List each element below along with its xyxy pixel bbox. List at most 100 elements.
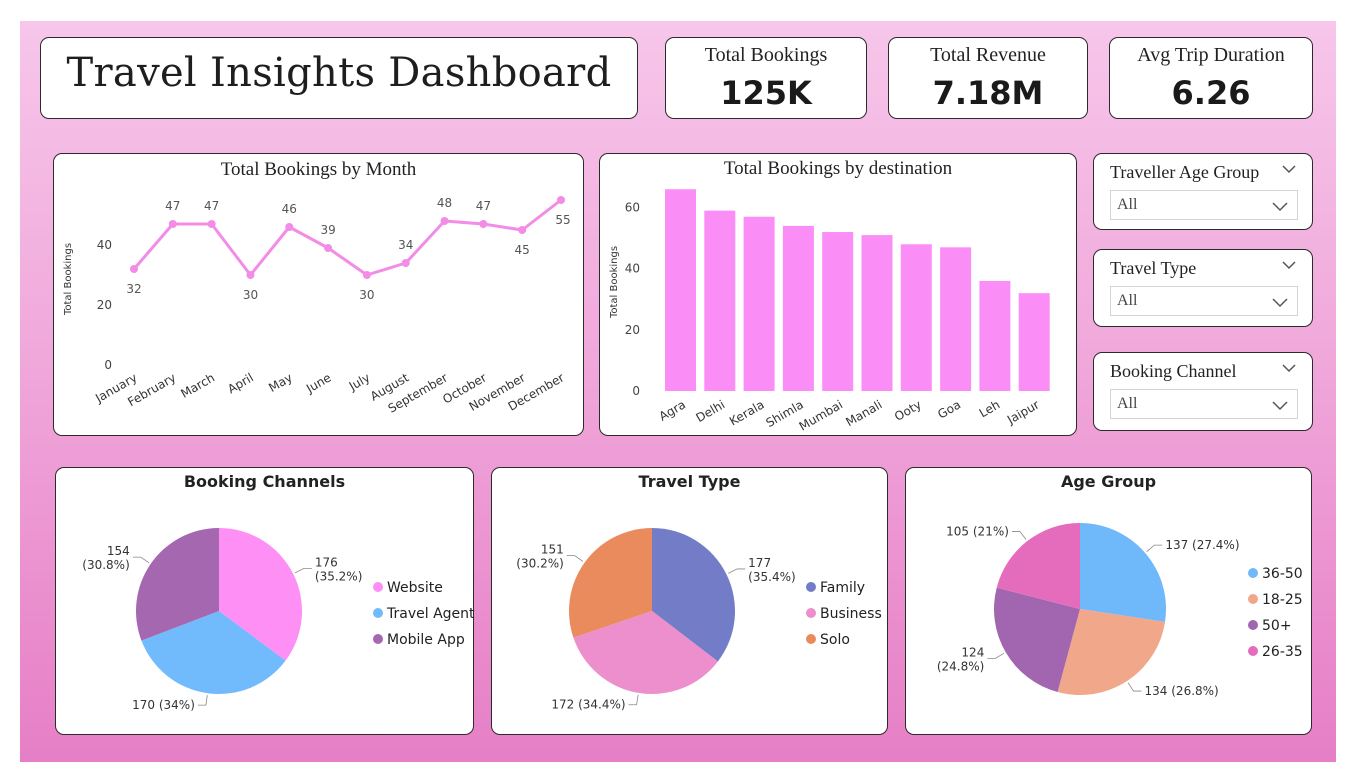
bar-x-tick-label: Delhi (694, 397, 728, 425)
legend-label: Website (387, 580, 443, 596)
pie-data-label-pct: (35.4%) (748, 570, 795, 584)
pie-chart-travel-type: 177(35.4%) Family 172 (34.4%) Business 151(3… (516, 528, 882, 712)
line-point (440, 217, 449, 225)
slicer-dropdown[interactable]: All (1110, 190, 1298, 220)
slicer-travel-type[interactable]: Travel Type All (1093, 249, 1313, 327)
pie-data-label: 170 (34%) (132, 698, 195, 712)
pie-data-label: 177 (748, 556, 771, 570)
kpi-card-total-bookings: Total Bookings 125K (665, 37, 867, 119)
line-chart: Total Bookings 0204032January47February4… (63, 196, 571, 416)
bar (900, 244, 932, 391)
slicer-value: All (1117, 292, 1138, 309)
legend-marker (373, 608, 383, 618)
bar-y-tick-label: 60 (625, 201, 640, 215)
bar-x-tick-label: Leh (977, 397, 1003, 420)
pie-leader-line (566, 555, 584, 562)
pie-chart-age-group: 137 (27.4%) 36-50 134 (26.8%) 18-25 124(24.8… (937, 523, 1303, 698)
pie-data-label: 151 (541, 543, 564, 557)
pie-data-label: 124 (961, 645, 984, 659)
line-point (168, 220, 177, 228)
chevron-down-icon[interactable] (1271, 197, 1289, 215)
line-chart-card: Total Bookings by Month Total Bookings 0… (53, 153, 584, 436)
line-x-tick-label: May (266, 370, 294, 395)
legend-marker (1248, 568, 1258, 578)
line-data-label: 47 (165, 199, 180, 213)
title-card: Travel Insights Dashboard (40, 37, 638, 119)
chevron-down-icon[interactable] (1271, 293, 1289, 311)
kpi-label: Avg Trip Duration (1137, 44, 1285, 66)
pie-chart-booking-channels: 176(35.2%) Website 170 (34%) Travel Agent 15… (82, 528, 475, 712)
legend-label: 36-50 (1262, 566, 1303, 582)
bar-x-tick-label: Ooty (892, 397, 924, 423)
line-point (324, 244, 333, 252)
line-point (479, 220, 488, 228)
legend-marker (373, 634, 383, 644)
bar-x-tick-label: Agra (657, 397, 688, 423)
legend-label: 50+ (1262, 618, 1292, 634)
line-data-label: 46 (282, 202, 297, 216)
pie-data-label-pct: (30.8%) (82, 558, 129, 572)
chevron-down-icon[interactable] (1280, 160, 1298, 178)
legend-marker (1248, 594, 1258, 604)
line-data-label: 30 (243, 288, 258, 302)
pie-data-label: 137 (27.4%) (1165, 538, 1239, 552)
bar-x-tick-label: Jaipur (1004, 397, 1042, 427)
legend-label: 18-25 (1262, 592, 1303, 608)
line-data-label: 32 (126, 282, 141, 296)
slicer-label: Booking Channel (1110, 361, 1237, 381)
pie-data-label: 134 (26.8%) (1145, 684, 1219, 698)
pie-card-travel-type: Travel Type 177 (35.4%) Family 172 (34.4%) B… (491, 467, 888, 735)
chevron-down-icon[interactable] (1280, 256, 1298, 274)
legend-label: Business (820, 606, 882, 622)
pie-leader-line (294, 568, 312, 574)
line-point (518, 226, 527, 234)
bar (940, 247, 972, 391)
pie-card-age-group: Age Group 137 (27.4%) 36-50 134 (26.8%) 18-… (905, 467, 1312, 735)
pie-leader-line (197, 695, 208, 706)
line-y-axis-label: Total Bookings (63, 243, 74, 316)
kpi-card-avg-trip-duration: Avg Trip Duration 6.26 (1109, 37, 1313, 119)
slicer-dropdown[interactable]: All (1110, 389, 1298, 419)
legend-marker (1248, 620, 1258, 630)
pie-data-label-pct: (24.8%) (937, 659, 984, 673)
kpi-value: 125K (720, 74, 812, 112)
bar (665, 189, 696, 391)
legend-label: Travel Agent (386, 606, 475, 622)
bar (822, 232, 854, 391)
line-data-label: 48 (437, 196, 452, 210)
line-point (130, 265, 138, 273)
bar-x-tick-label: Goa (935, 397, 963, 421)
bar (704, 210, 736, 391)
line-y-tick-label: 40 (97, 238, 112, 252)
pie-card-booking-channels: Booking Channels 176 (35.2%) Website 170 (3… (55, 467, 475, 735)
chevron-down-icon[interactable] (1271, 396, 1289, 414)
line-point (207, 220, 216, 228)
line-x-tick-label: June (303, 370, 334, 396)
kpi-label: Total Revenue (930, 44, 1046, 66)
legend-label: Mobile App (387, 632, 465, 648)
kpi-card-total-revenue: Total Revenue 7.18M (888, 37, 1088, 119)
pie-leader-line (132, 556, 150, 564)
bar-x-tick-label: Mumbai (797, 397, 846, 433)
line-y-tick-label: 0 (104, 358, 112, 372)
bar-y-tick-label: 20 (625, 323, 640, 337)
line-point (401, 259, 410, 267)
legend-label: Family (820, 580, 865, 596)
pie-leader-line (628, 694, 639, 706)
chevron-down-icon[interactable] (1280, 359, 1298, 377)
slicer-dropdown[interactable]: All (1110, 286, 1298, 316)
pie-data-label: 172 (34.4%) (551, 698, 625, 712)
line-point (362, 271, 371, 279)
legend-marker (806, 634, 816, 644)
slicer-value: All (1117, 196, 1138, 213)
bar-y-axis-label: Total Bookings (609, 246, 620, 319)
kpi-label: Total Bookings (704, 44, 828, 66)
pie-slice (1080, 523, 1166, 622)
legend-label: Solo (820, 632, 850, 648)
line-data-label: 47 (476, 199, 491, 213)
kpi-value: 6.26 (1171, 74, 1251, 112)
slicer-booking-channel[interactable]: Booking Channel All (1093, 352, 1313, 431)
line-x-tick-label: March (178, 370, 217, 400)
bar (979, 280, 1011, 391)
slicer-traveller-age-group[interactable]: Traveller Age Group All (1093, 153, 1313, 230)
